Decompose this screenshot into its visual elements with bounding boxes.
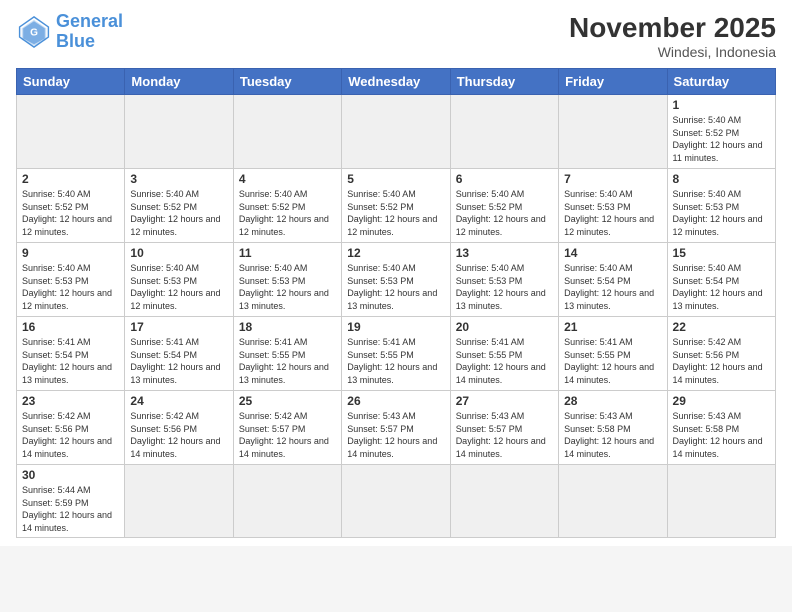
- header-friday: Friday: [559, 69, 667, 95]
- day-19: 19 Sunrise: 5:41 AMSunset: 5:55 PMDaylig…: [342, 317, 450, 391]
- day-23: 23 Sunrise: 5:42 AMSunset: 5:56 PMDaylig…: [17, 391, 125, 465]
- day-20: 20 Sunrise: 5:41 AMSunset: 5:55 PMDaylig…: [450, 317, 558, 391]
- day-26: 26 Sunrise: 5:43 AMSunset: 5:57 PMDaylig…: [342, 391, 450, 465]
- empty-cell: [17, 95, 125, 169]
- empty-cell: [233, 465, 341, 538]
- header-tuesday: Tuesday: [233, 69, 341, 95]
- day-21: 21 Sunrise: 5:41 AMSunset: 5:55 PMDaylig…: [559, 317, 667, 391]
- location: Windesi, Indonesia: [569, 44, 776, 60]
- day-12: 12 Sunrise: 5:40 AMSunset: 5:53 PMDaylig…: [342, 243, 450, 317]
- empty-cell: [450, 95, 558, 169]
- empty-cell: [450, 465, 558, 538]
- day-10: 10 Sunrise: 5:40 AMSunset: 5:53 PMDaylig…: [125, 243, 233, 317]
- day-25: 25 Sunrise: 5:42 AMSunset: 5:57 PMDaylig…: [233, 391, 341, 465]
- week-row-5: 23 Sunrise: 5:42 AMSunset: 5:56 PMDaylig…: [17, 391, 776, 465]
- day-7: 7 Sunrise: 5:40 AMSunset: 5:53 PMDayligh…: [559, 169, 667, 243]
- day-5: 5 Sunrise: 5:40 AMSunset: 5:52 PMDayligh…: [342, 169, 450, 243]
- day-9: 9 Sunrise: 5:40 AMSunset: 5:53 PMDayligh…: [17, 243, 125, 317]
- day-29: 29 Sunrise: 5:43 AMSunset: 5:58 PMDaylig…: [667, 391, 775, 465]
- day-3: 3 Sunrise: 5:40 AMSunset: 5:52 PMDayligh…: [125, 169, 233, 243]
- day-17: 17 Sunrise: 5:41 AMSunset: 5:54 PMDaylig…: [125, 317, 233, 391]
- day-24: 24 Sunrise: 5:42 AMSunset: 5:56 PMDaylig…: [125, 391, 233, 465]
- header-sunday: Sunday: [17, 69, 125, 95]
- weekday-header-row: Sunday Monday Tuesday Wednesday Thursday…: [17, 69, 776, 95]
- day-6: 6 Sunrise: 5:40 AMSunset: 5:52 PMDayligh…: [450, 169, 558, 243]
- week-row-4: 16 Sunrise: 5:41 AMSunset: 5:54 PMDaylig…: [17, 317, 776, 391]
- title-area: November 2025 Windesi, Indonesia: [569, 12, 776, 60]
- header: G General Blue November 2025 Windesi, In…: [16, 12, 776, 60]
- week-row-1: 1 Sunrise: 5:40 AMSunset: 5:52 PMDayligh…: [17, 95, 776, 169]
- month-title: November 2025: [569, 12, 776, 44]
- day-28: 28 Sunrise: 5:43 AMSunset: 5:58 PMDaylig…: [559, 391, 667, 465]
- day-13: 13 Sunrise: 5:40 AMSunset: 5:53 PMDaylig…: [450, 243, 558, 317]
- day-30: 30 Sunrise: 5:44 AMSunset: 5:59 PMDaylig…: [17, 465, 125, 538]
- day-15: 15 Sunrise: 5:40 AMSunset: 5:54 PMDaylig…: [667, 243, 775, 317]
- day-14: 14 Sunrise: 5:40 AMSunset: 5:54 PMDaylig…: [559, 243, 667, 317]
- day-1: 1 Sunrise: 5:40 AMSunset: 5:52 PMDayligh…: [667, 95, 775, 169]
- day-27: 27 Sunrise: 5:43 AMSunset: 5:57 PMDaylig…: [450, 391, 558, 465]
- day-4: 4 Sunrise: 5:40 AMSunset: 5:52 PMDayligh…: [233, 169, 341, 243]
- day-18: 18 Sunrise: 5:41 AMSunset: 5:55 PMDaylig…: [233, 317, 341, 391]
- logo-text: General Blue: [56, 12, 123, 52]
- empty-cell: [233, 95, 341, 169]
- empty-cell: [667, 465, 775, 538]
- empty-cell: [342, 95, 450, 169]
- empty-cell: [125, 465, 233, 538]
- logo: G General Blue: [16, 12, 123, 52]
- header-saturday: Saturday: [667, 69, 775, 95]
- header-monday: Monday: [125, 69, 233, 95]
- week-row-2: 2 Sunrise: 5:40 AMSunset: 5:52 PMDayligh…: [17, 169, 776, 243]
- svg-text:G: G: [30, 27, 38, 38]
- empty-cell: [559, 465, 667, 538]
- week-row-3: 9 Sunrise: 5:40 AMSunset: 5:53 PMDayligh…: [17, 243, 776, 317]
- header-wednesday: Wednesday: [342, 69, 450, 95]
- header-thursday: Thursday: [450, 69, 558, 95]
- day-11: 11 Sunrise: 5:40 AMSunset: 5:53 PMDaylig…: [233, 243, 341, 317]
- day-2: 2 Sunrise: 5:40 AMSunset: 5:52 PMDayligh…: [17, 169, 125, 243]
- empty-cell: [559, 95, 667, 169]
- day-22: 22 Sunrise: 5:42 AMSunset: 5:56 PMDaylig…: [667, 317, 775, 391]
- logo-icon: G: [16, 14, 52, 50]
- page: G General Blue November 2025 Windesi, In…: [0, 0, 792, 546]
- week-row-6: 30 Sunrise: 5:44 AMSunset: 5:59 PMDaylig…: [17, 465, 776, 538]
- empty-cell: [125, 95, 233, 169]
- day-8: 8 Sunrise: 5:40 AMSunset: 5:53 PMDayligh…: [667, 169, 775, 243]
- empty-cell: [342, 465, 450, 538]
- day-16: 16 Sunrise: 5:41 AMSunset: 5:54 PMDaylig…: [17, 317, 125, 391]
- calendar: Sunday Monday Tuesday Wednesday Thursday…: [16, 68, 776, 538]
